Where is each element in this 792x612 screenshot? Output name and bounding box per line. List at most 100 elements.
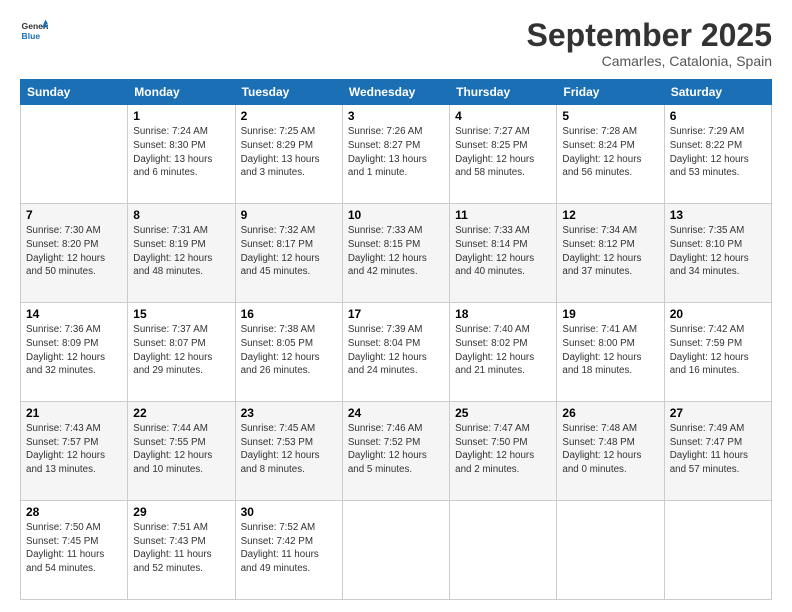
calendar-week-2: 7Sunrise: 7:30 AM Sunset: 8:20 PM Daylig…: [21, 204, 772, 303]
calendar-cell: 14 Sunrise: 7:36 AM Sunset: 8:09 PM Dayli…: [21, 303, 128, 402]
calendar-cell: [21, 105, 128, 204]
day-info: Sunrise: 7:49 AM Sunset: 7:47 PM Dayligh…: [670, 422, 766, 477]
day-info: Sunrise: 7:39 AM Sunset: 8:04 PM Dayligh…: [348, 323, 444, 378]
weekday-header-row: SundayMondayTuesdayWednesdayThursdayFrid…: [21, 80, 772, 105]
calendar-cell: 12 Sunrise: 7:34 AM Sunset: 8:12 PM Dayli…: [557, 204, 664, 303]
day-number: 30: [241, 505, 337, 519]
day-info: Sunrise: 7:24 AM Sunset: 8:30 PM Dayligh…: [133, 125, 229, 180]
calendar-cell: 25 Sunrise: 7:47 AM Sunset: 7:50 PM Dayli…: [450, 402, 557, 501]
calendar-cell: 24Sunrise: 7:46 AM Sunset: 7:52 PM Dayli…: [342, 402, 449, 501]
location-title: Camarles, Catalonia, Spain: [527, 53, 772, 69]
month-title: September 2025: [527, 18, 772, 53]
calendar-cell: 6 Sunrise: 7:29 AM Sunset: 8:22 PM Daylig…: [664, 105, 771, 204]
calendar-week-3: 14 Sunrise: 7:36 AM Sunset: 8:09 PM Dayli…: [21, 303, 772, 402]
day-info: Sunrise: 7:31 AM Sunset: 8:19 PM Dayligh…: [133, 224, 229, 279]
day-number: 1: [133, 109, 229, 123]
day-number: 3: [348, 109, 444, 123]
day-number: 10: [348, 208, 444, 222]
calendar-cell: 22 Sunrise: 7:44 AM Sunset: 7:55 PM Dayli…: [128, 402, 235, 501]
calendar-week-1: 1 Sunrise: 7:24 AM Sunset: 8:30 PM Daylig…: [21, 105, 772, 204]
day-info: Sunrise: 7:29 AM Sunset: 8:22 PM Dayligh…: [670, 125, 766, 180]
day-info: Sunrise: 7:44 AM Sunset: 7:55 PM Dayligh…: [133, 422, 229, 477]
day-info: Sunrise: 7:26 AM Sunset: 8:27 PM Dayligh…: [348, 125, 444, 180]
day-number: 29: [133, 505, 229, 519]
day-info: Sunrise: 7:41 AM Sunset: 8:00 PM Dayligh…: [562, 323, 658, 378]
day-info: Sunrise: 7:27 AM Sunset: 8:25 PM Dayligh…: [455, 125, 551, 180]
day-info: Sunrise: 7:37 AM Sunset: 8:07 PM Dayligh…: [133, 323, 229, 378]
calendar-cell: 16 Sunrise: 7:38 AM Sunset: 8:05 PM Dayli…: [235, 303, 342, 402]
day-info: Sunrise: 7:32 AM Sunset: 8:17 PM Dayligh…: [241, 224, 337, 279]
day-info: Sunrise: 7:28 AM Sunset: 8:24 PM Dayligh…: [562, 125, 658, 180]
day-number: 22: [133, 406, 229, 420]
calendar-week-4: 21 Sunrise: 7:43 AM Sunset: 7:57 PM Dayli…: [21, 402, 772, 501]
day-info: Sunrise: 7:40 AM Sunset: 8:02 PM Dayligh…: [455, 323, 551, 378]
calendar-cell: 27 Sunrise: 7:49 AM Sunset: 7:47 PM Dayli…: [664, 402, 771, 501]
day-info: Sunrise: 7:42 AM Sunset: 7:59 PM Dayligh…: [670, 323, 766, 378]
day-number: 20: [670, 307, 766, 321]
day-number: 16: [241, 307, 337, 321]
day-info: Sunrise: 7:38 AM Sunset: 8:05 PM Dayligh…: [241, 323, 337, 378]
day-info: Sunrise: 7:30 AM Sunset: 8:20 PM Dayligh…: [26, 224, 122, 279]
weekday-monday: Monday: [128, 80, 235, 105]
calendar-cell: 18 Sunrise: 7:40 AM Sunset: 8:02 PM Dayli…: [450, 303, 557, 402]
day-number: 23: [241, 406, 337, 420]
day-number: 27: [670, 406, 766, 420]
weekday-sunday: Sunday: [21, 80, 128, 105]
calendar-cell: 2 Sunrise: 7:25 AM Sunset: 8:29 PM Daylig…: [235, 105, 342, 204]
weekday-friday: Friday: [557, 80, 664, 105]
day-info: Sunrise: 7:33 AM Sunset: 8:14 PM Dayligh…: [455, 224, 551, 279]
day-info: Sunrise: 7:36 AM Sunset: 8:09 PM Dayligh…: [26, 323, 122, 378]
day-number: 4: [455, 109, 551, 123]
day-number: 26: [562, 406, 658, 420]
calendar-cell: 7Sunrise: 7:30 AM Sunset: 8:20 PM Daylig…: [21, 204, 128, 303]
title-block: September 2025 Camarles, Catalonia, Spai…: [527, 18, 772, 69]
day-number: 17: [348, 307, 444, 321]
day-number: 18: [455, 307, 551, 321]
calendar-cell: 17 Sunrise: 7:39 AM Sunset: 8:04 PM Dayli…: [342, 303, 449, 402]
calendar-cell: 23 Sunrise: 7:45 AM Sunset: 7:53 PM Dayli…: [235, 402, 342, 501]
svg-text:Blue: Blue: [22, 31, 41, 41]
page-header: General Blue September 2025 Camarles, Ca…: [20, 18, 772, 69]
day-info: Sunrise: 7:48 AM Sunset: 7:48 PM Dayligh…: [562, 422, 658, 477]
logo-icon: General Blue: [20, 18, 48, 46]
day-info: Sunrise: 7:34 AM Sunset: 8:12 PM Dayligh…: [562, 224, 658, 279]
day-number: 9: [241, 208, 337, 222]
day-info: Sunrise: 7:25 AM Sunset: 8:29 PM Dayligh…: [241, 125, 337, 180]
weekday-thursday: Thursday: [450, 80, 557, 105]
day-number: 12: [562, 208, 658, 222]
logo: General Blue: [20, 18, 48, 48]
calendar-cell: 3 Sunrise: 7:26 AM Sunset: 8:27 PM Daylig…: [342, 105, 449, 204]
day-number: 24: [348, 406, 444, 420]
day-number: 28: [26, 505, 122, 519]
calendar-cell: 20 Sunrise: 7:42 AM Sunset: 7:59 PM Dayli…: [664, 303, 771, 402]
calendar-cell: [664, 501, 771, 600]
day-number: 14: [26, 307, 122, 321]
day-number: 25: [455, 406, 551, 420]
calendar-cell: 19Sunrise: 7:41 AM Sunset: 8:00 PM Dayli…: [557, 303, 664, 402]
calendar-cell: 8 Sunrise: 7:31 AM Sunset: 8:19 PM Daylig…: [128, 204, 235, 303]
calendar-cell: 1 Sunrise: 7:24 AM Sunset: 8:30 PM Daylig…: [128, 105, 235, 204]
weekday-tuesday: Tuesday: [235, 80, 342, 105]
weekday-saturday: Saturday: [664, 80, 771, 105]
day-number: 5: [562, 109, 658, 123]
day-info: Sunrise: 7:47 AM Sunset: 7:50 PM Dayligh…: [455, 422, 551, 477]
day-number: 21: [26, 406, 122, 420]
calendar-cell: 30Sunrise: 7:52 AM Sunset: 7:42 PM Dayli…: [235, 501, 342, 600]
day-number: 8: [133, 208, 229, 222]
day-info: Sunrise: 7:45 AM Sunset: 7:53 PM Dayligh…: [241, 422, 337, 477]
calendar-cell: 29 Sunrise: 7:51 AM Sunset: 7:43 PM Dayli…: [128, 501, 235, 600]
calendar-cell: [342, 501, 449, 600]
day-info: Sunrise: 7:51 AM Sunset: 7:43 PM Dayligh…: [133, 521, 229, 576]
day-number: 6: [670, 109, 766, 123]
calendar-cell: 21 Sunrise: 7:43 AM Sunset: 7:57 PM Dayli…: [21, 402, 128, 501]
calendar-cell: [450, 501, 557, 600]
calendar-cell: 26 Sunrise: 7:48 AM Sunset: 7:48 PM Dayli…: [557, 402, 664, 501]
calendar-cell: [557, 501, 664, 600]
day-info: Sunrise: 7:43 AM Sunset: 7:57 PM Dayligh…: [26, 422, 122, 477]
calendar-cell: 5 Sunrise: 7:28 AM Sunset: 8:24 PM Daylig…: [557, 105, 664, 204]
day-number: 13: [670, 208, 766, 222]
day-info: Sunrise: 7:50 AM Sunset: 7:45 PM Dayligh…: [26, 521, 122, 576]
calendar-cell: 4 Sunrise: 7:27 AM Sunset: 8:25 PM Daylig…: [450, 105, 557, 204]
calendar-cell: 13Sunrise: 7:35 AM Sunset: 8:10 PM Dayli…: [664, 204, 771, 303]
day-number: 2: [241, 109, 337, 123]
